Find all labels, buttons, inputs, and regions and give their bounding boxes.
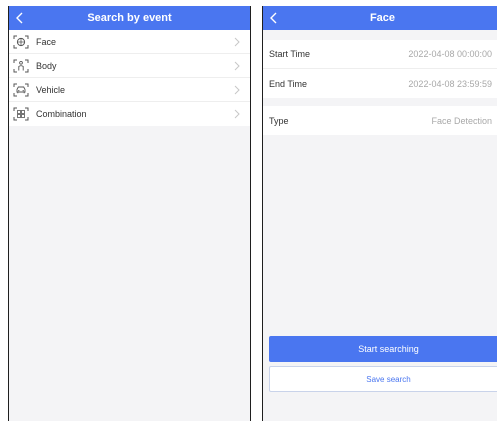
chevron-left-icon [270,12,277,24]
list-item-body[interactable]: Body [9,54,250,78]
start-time-field[interactable]: Start Time 2022-04-08 00:00:00 [263,40,497,69]
list-item-face[interactable]: Face [9,30,250,54]
start-time-value: 2022-04-08 00:00:00 [408,49,492,59]
list-item-vehicle[interactable]: Vehicle [9,78,250,102]
section-divider [263,98,497,106]
end-time-value: 2022-04-08 23:59:59 [408,78,492,89]
type-block: Type Face Detection [263,106,497,135]
chevron-right-icon [234,37,240,46]
chevron-right-icon [234,85,240,94]
body-scan-icon [11,59,31,73]
type-field[interactable]: Type Face Detection [263,106,497,135]
back-button[interactable] [267,10,281,26]
time-range-block: Start Time 2022-04-08 00:00:00 End Time … [263,40,497,98]
navbar: Face [263,6,497,30]
page-title: Search by event [87,12,172,24]
face-scan-icon [11,35,31,49]
list-item-label: Combination [36,109,87,119]
end-time-field[interactable]: End Time 2022-04-08 23:59:59 [263,69,497,98]
list-item-label: Body [36,60,57,71]
face-search-screen: Face Start Time 2022-04-08 00:00:00 End … [262,6,497,421]
combination-scan-icon [11,107,31,121]
list-item-label: Vehicle [36,84,66,95]
chevron-left-icon [16,12,23,24]
list-item-label: Face [36,36,57,47]
navbar: Search by event [9,6,250,30]
chevron-right-icon [234,61,240,70]
page-title: Face [369,12,396,24]
list-item-combination[interactable]: Combination [9,102,250,126]
end-time-label: End Time [269,78,308,89]
back-button[interactable] [13,10,27,26]
event-type-list: Face Body Vehicle Combination [9,30,250,126]
type-label: Type [269,115,289,126]
chevron-right-icon [234,109,240,119]
save-search-button[interactable]: Save search [269,366,497,392]
search-by-event-screen: Search by event Face Body Vehicle Combin… [8,6,251,421]
start-time-label: Start Time [269,49,311,59]
vehicle-scan-icon [11,83,31,97]
start-searching-button[interactable]: Start searching [269,336,497,362]
type-value: Face Detection [431,115,492,126]
